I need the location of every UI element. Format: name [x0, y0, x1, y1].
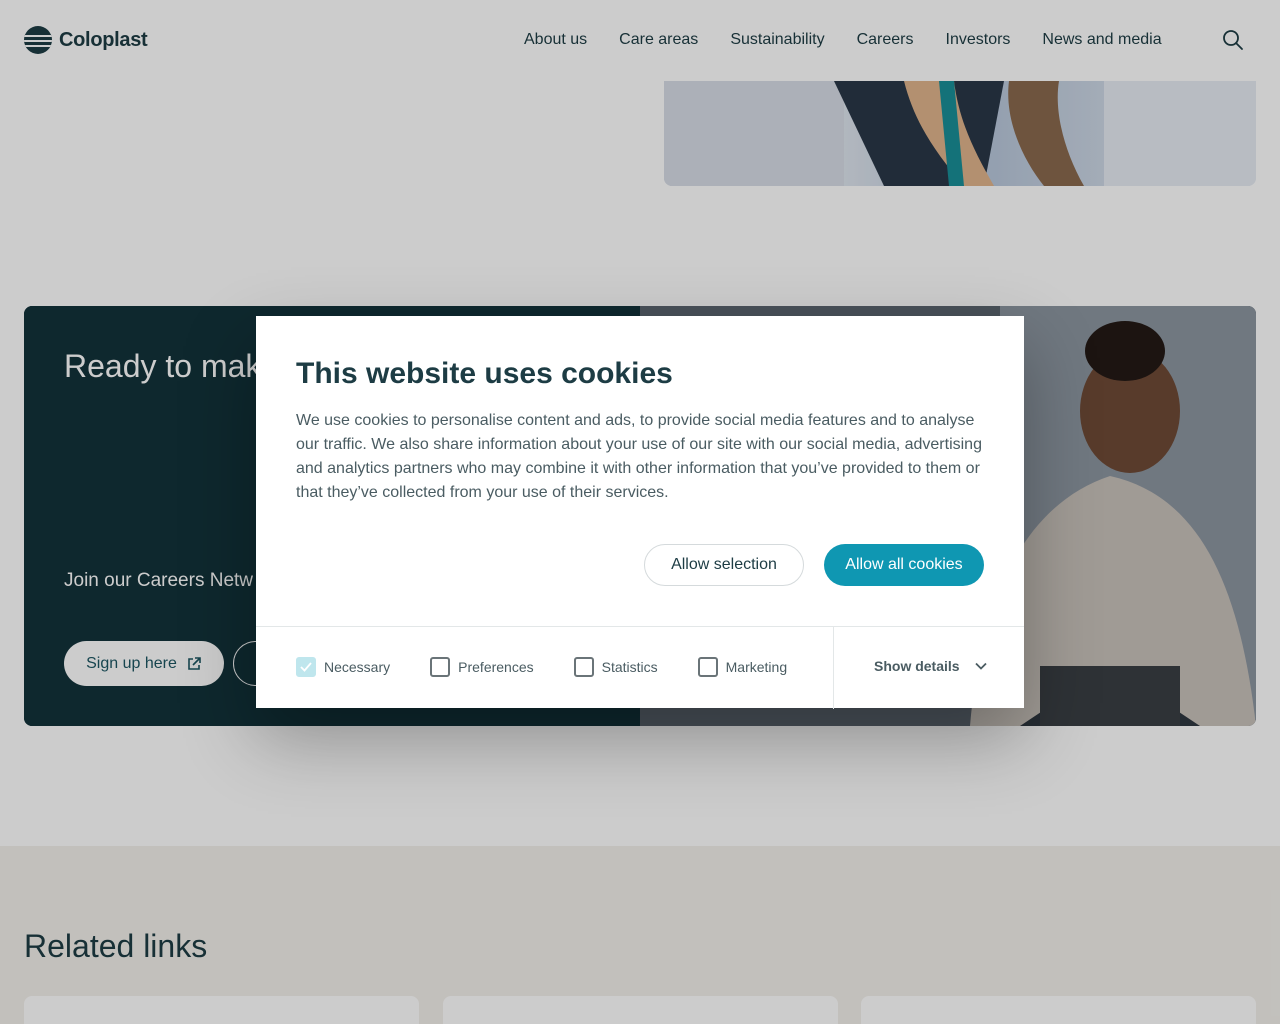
marketing-checkbox[interactable]: [697, 657, 718, 677]
cookie-option-statistics[interactable]: Statistics: [573, 657, 658, 677]
marketing-label[interactable]: Marketing: [726, 659, 787, 675]
statistics-label[interactable]: Statistics: [602, 659, 658, 675]
cookie-option-marketing[interactable]: Marketing: [697, 657, 787, 677]
allow-all-cookies-button[interactable]: Allow all cookies: [824, 544, 984, 586]
cookie-options-bar: Necessary Preferences Statistics Marketi…: [256, 626, 1024, 709]
cookie-dialog-title: This website uses cookies: [296, 357, 673, 390]
statistics-checkbox[interactable]: [573, 657, 594, 677]
necessary-label: Necessary: [324, 659, 391, 675]
cookie-dialog-body: We use cookies to personalise content an…: [296, 412, 982, 501]
cookie-consent-dialog: This website uses cookies We use cookies…: [256, 316, 1024, 709]
show-details-toggle[interactable]: Show details: [874, 658, 988, 674]
preferences-label[interactable]: Preferences: [458, 659, 533, 675]
cookie-category-list: Necessary Preferences Statistics Marketi…: [296, 657, 787, 677]
allow-selection-button[interactable]: Allow selection: [644, 544, 804, 586]
cookie-option-necessary: Necessary: [296, 657, 390, 677]
cookie-option-preferences[interactable]: Preferences: [430, 657, 534, 677]
preferences-checkbox[interactable]: [430, 657, 451, 677]
chevron-down-icon: [974, 662, 987, 670]
show-details-label: Show details: [874, 658, 960, 674]
necessary-checkbox: [296, 657, 316, 677]
footer-divider: [833, 627, 834, 709]
